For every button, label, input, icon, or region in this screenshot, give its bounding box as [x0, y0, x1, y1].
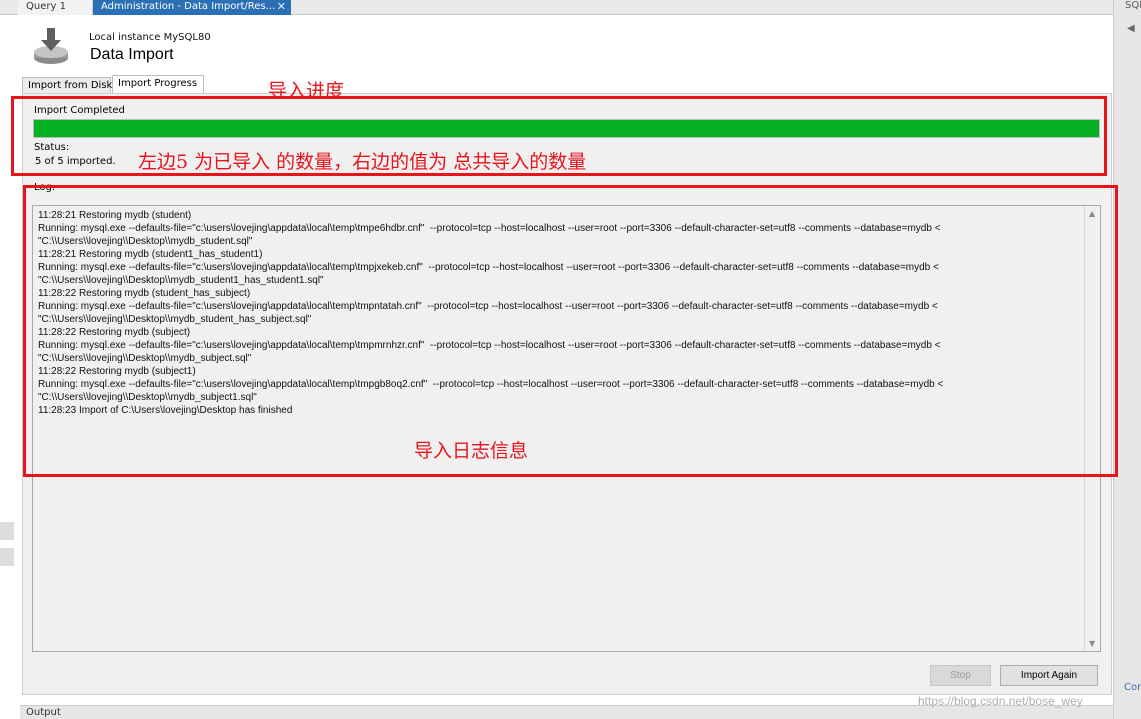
tab-label: Query 1 — [26, 1, 66, 12]
sidebar-resize-handle[interactable] — [0, 548, 14, 566]
sql-panel-label: SQL — [1125, 0, 1141, 11]
import-tabs: Import from Disk Import Progress — [22, 75, 422, 94]
tab-administration-data-import[interactable]: Administration - Data Import/Res... ✕ — [93, 0, 291, 15]
document-tab-bar: Query 1 Administration - Data Import/Res… — [0, 0, 1113, 15]
stop-button[interactable]: Stop — [930, 665, 991, 686]
annotation-count-note: 左边5 为已导入 的数量，右边的值为 总共导入的数量 — [138, 151, 587, 173]
scroll-down-icon[interactable]: ▼ — [1089, 639, 1095, 648]
annotation-box-log — [23, 185, 1118, 477]
database-import-icon — [34, 28, 68, 64]
tab-query-1[interactable]: Query 1 — [18, 0, 93, 15]
tab-import-from-disk[interactable]: Import from Disk — [22, 77, 112, 94]
watermark: https://blog.csdn.net/bose_wey — [918, 694, 1083, 708]
output-label: Output — [26, 707, 61, 718]
instance-name: Local instance MySQL80 — [89, 32, 211, 43]
chevron-left-icon[interactable]: ◀ — [1127, 23, 1135, 34]
annotation-log: 导入日志信息 — [414, 440, 529, 462]
page-title: Data Import — [90, 46, 174, 63]
annotation-progress: 导入进度 — [268, 80, 345, 102]
panel-footer-label[interactable]: Cor — [1124, 682, 1141, 693]
close-icon[interactable]: ✕ — [277, 0, 286, 13]
import-again-button[interactable]: Import Again — [1000, 665, 1098, 686]
tab-label: Administration - Data Import/Res... — [101, 1, 276, 12]
tab-import-progress[interactable]: Import Progress — [112, 75, 204, 94]
sidebar-resize-handle[interactable] — [0, 522, 14, 540]
